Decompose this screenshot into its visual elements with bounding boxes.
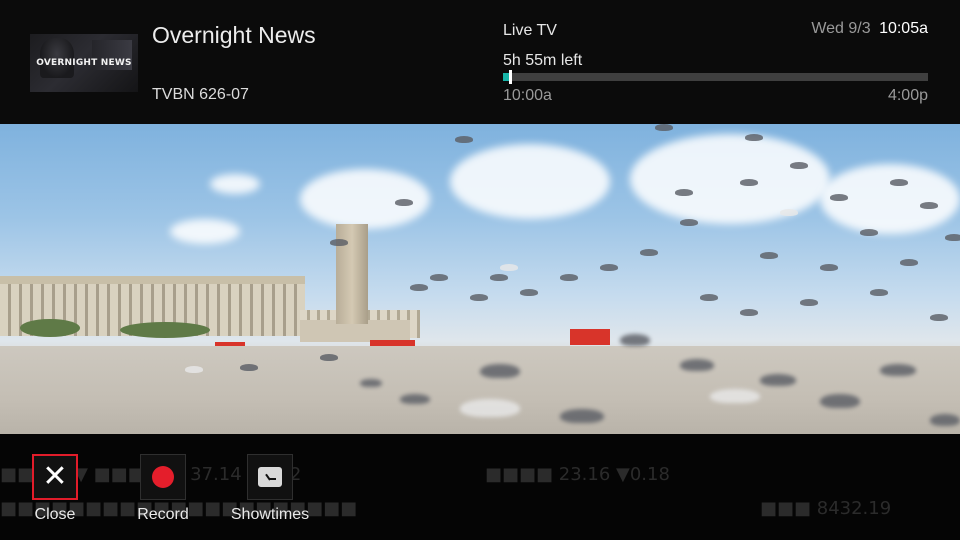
pigeon [900,259,918,266]
pigeon [185,366,203,373]
pigeon [470,294,488,301]
pigeon [455,136,473,143]
program-info-bar: OVERNIGHT NEWS Overnight News TVBN 626-0… [0,0,960,124]
pigeon [410,284,428,291]
pigeon [560,274,578,281]
pigeon [680,219,698,226]
current-datetime: Wed 9/3 10:05a [811,20,928,38]
record-button-frame[interactable] [140,454,186,500]
pigeon [745,134,763,141]
close-button[interactable]: ✕ Close [10,454,100,534]
pigeon [920,202,938,209]
live-tv-label: Live TV [503,22,557,39]
current-time: 10:05a [879,20,928,37]
flower-bed [570,329,610,345]
pigeon [620,334,650,346]
close-button-frame[interactable]: ✕ [32,454,78,500]
pigeon [330,239,348,246]
time-remaining: 5h 55m left [503,52,583,69]
pigeon [820,394,860,408]
pigeon [480,364,520,378]
close-button-label: Close [34,506,76,523]
pigeon [880,364,916,376]
pigeon [395,199,413,206]
showtimes-button[interactable]: Showtimes [225,454,315,534]
square-pavement [0,346,960,434]
cloud [210,174,260,194]
pigeon [460,399,520,417]
pigeon [740,179,758,186]
pigeon [930,314,948,321]
pigeon [320,354,338,361]
pigeon [790,162,808,169]
pigeon [400,394,430,404]
program-start-time: 10:00a [503,87,552,104]
close-icon: ✕ [42,459,68,494]
cloud [630,134,830,224]
pigeon [490,274,508,281]
pigeon [520,289,538,296]
record-button[interactable]: Record [118,454,208,534]
pigeon [710,389,760,403]
program-end-time: 4:00p [887,87,928,104]
tree-row [120,322,210,338]
pigeon [640,249,658,256]
pigeon [760,374,796,386]
tree-row [20,319,80,337]
playback-controls-bar: ■■ 8.8 ▼ ■■■ ■■ 37.14 ▲0.12 ■■■■ 23.16 ▼… [0,434,960,540]
showtimes-button-label: Showtimes [230,506,310,523]
pigeon [500,264,518,271]
pigeon [430,274,448,281]
pigeon [760,252,778,259]
pigeon [240,364,258,371]
showtimes-button-frame[interactable] [247,454,293,500]
pigeon [560,409,604,423]
channel-number: TVBN 626-07 [152,86,249,103]
pigeon [930,414,960,426]
video-playback-area[interactable] [0,124,960,434]
pigeon [680,359,714,371]
current-date: Wed 9/3 [811,20,871,37]
record-button-label: Record [137,506,189,523]
pigeon [780,209,798,216]
pigeon [890,179,908,186]
program-progress-bar [503,70,928,84]
program-thumbnail: OVERNIGHT NEWS [30,34,138,92]
record-icon [152,466,174,488]
pigeon [360,379,382,387]
pigeon [945,234,960,241]
pigeon [600,264,618,271]
showtimes-icon [258,467,282,487]
pigeon [675,189,693,196]
cloud [450,144,610,219]
progress-position-marker [509,70,513,84]
pigeon [860,229,878,236]
thumbnail-logo-text: OVERNIGHT NEWS [36,58,132,68]
pigeon [830,194,848,201]
cloud [300,169,430,229]
pigeon [870,289,888,296]
program-title: Overnight News [152,22,316,48]
pigeon [655,124,673,131]
pigeon [820,264,838,271]
cloud [170,219,240,244]
pigeon [800,299,818,306]
pigeon [700,294,718,301]
pigeon [740,309,758,316]
